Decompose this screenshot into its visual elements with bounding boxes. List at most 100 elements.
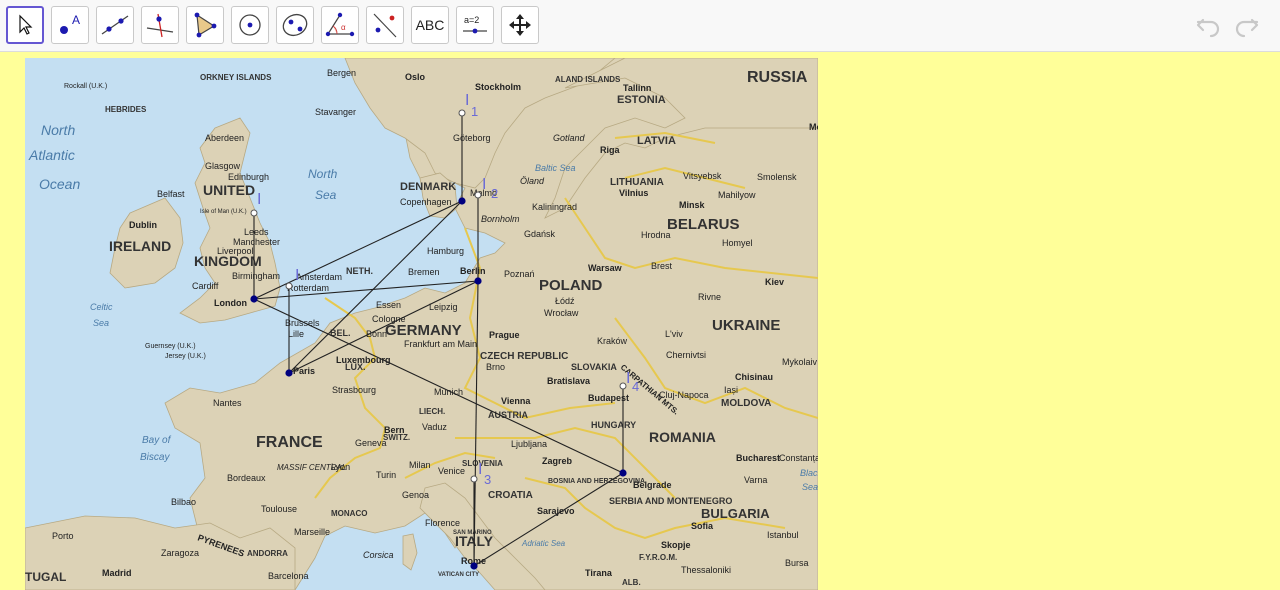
city-label: Rivne [698,292,721,302]
reflect-icon [373,13,397,38]
city-label: Leipzig [429,302,458,312]
city-label: Kaliningrad [532,202,577,212]
sea-label: Ocean [39,176,80,192]
graphics-view[interactable]: RUSSIA UNITED KINGDOM IRELAND DENMARK NE… [0,53,1280,590]
country-label: ROMANIA [649,429,716,445]
point[interactable] [470,562,478,570]
city-label: Vienna [501,396,531,406]
sea-label: Sea [802,482,818,492]
city-label: Bornholm [481,214,520,224]
point-icon: A [60,13,80,34]
country-label: ALAND ISLANDS [555,75,621,84]
point-label: I [478,461,482,478]
country-label: FRANCE [256,434,323,451]
city-label: Florence [425,518,460,528]
country-label: UKRAINE [712,317,780,334]
city-label: Gotland [553,133,586,143]
city-label: Mykolaiv [782,357,818,367]
country-label: POLAND [539,277,603,294]
city-label: Zaragoza [161,548,199,558]
city-label: Bergen [327,68,356,78]
city-label: Stavanger [315,107,356,117]
redo-button[interactable] [1232,12,1260,40]
city-label: Sofia [691,521,714,531]
city-label: Prague [489,330,520,340]
city-label: Brussels [285,318,320,328]
line-tool-button[interactable] [96,6,134,44]
move-tool-button[interactable] [6,6,44,44]
city-label: Bordeaux [227,473,266,483]
slider-tool-button[interactable]: a=2 [456,6,494,44]
reflect-tool-button[interactable] [366,6,404,44]
polygon-tool-button[interactable] [186,6,224,44]
city-label: Nantes [213,398,242,408]
city-label: Jersey (U.K.) [165,353,206,360]
city-label: Constanța [779,453,818,463]
perpendicular-line-icon [146,13,174,38]
point-label-subscript: 3 [484,472,491,487]
point[interactable] [474,191,482,199]
point[interactable] [474,277,482,285]
ellipse-tool-button[interactable] [276,6,314,44]
city-label: Chisinau [735,372,773,382]
country-label: MONACO [331,509,367,518]
city-label: Vilnius [619,188,648,198]
country-label: CROATIA [488,490,533,501]
undo-button[interactable] [1195,12,1223,40]
city-label: Göteborg [453,133,491,143]
point[interactable] [619,469,627,477]
text-tool-button[interactable]: ABC [411,6,449,44]
city-label: London [214,298,247,308]
city-label: Bern [384,425,405,435]
city-label: Toulouse [261,504,297,514]
city-label: Bursa [785,558,809,568]
country-label: SAN MARINO [453,530,492,536]
city-label: Geneva [355,438,387,448]
city-label: Chernivtsi [666,350,706,360]
city-label: L'viv [665,329,683,339]
country-label: HEBRIDES [105,105,147,114]
svg-text:α: α [341,23,346,32]
city-label: Marseille [294,527,330,537]
point[interactable] [250,209,258,217]
city-label: Minsk [679,200,706,210]
city-label: Warsaw [588,263,623,273]
city-label: Paris [293,366,315,376]
city-label: Iași [724,385,738,395]
point[interactable] [458,197,466,205]
country-label: MOLDOVA [721,398,771,409]
point-label: I [295,267,299,284]
ellipse-icon [282,13,308,37]
country-label: SLOVAKIA [571,362,617,372]
city-label: Tallinn [623,83,651,93]
perpendicular-tool-button[interactable] [141,6,179,44]
city-label: Milan [409,460,431,470]
toolbar: A α ABC a=2 [0,0,1280,52]
circle-tool-button[interactable] [231,6,269,44]
point[interactable] [285,369,293,377]
country-label: UNITED [203,182,255,198]
angle-tool-button[interactable]: α [321,6,359,44]
sea-label: Biscay [140,452,170,463]
city-label: Rotterdam [287,283,329,293]
city-label: Riga [600,145,620,155]
country-label: SERBIA AND MONTENEGRO [609,496,732,506]
point[interactable] [250,295,258,303]
move-graphics-tool-button[interactable] [501,6,539,44]
city-label: Poznań [504,269,535,279]
slider-icon: a=2 [463,15,487,34]
point-tool-button[interactable]: A [51,6,89,44]
country-label: ANDORRA [247,549,288,558]
city-label: Essen [376,300,401,310]
country-label: LITHUANIA [610,177,664,188]
point[interactable] [285,282,293,290]
point[interactable] [470,475,478,483]
country-label: VATICAN CITY [438,572,479,578]
country-label: BELARUS [667,216,740,233]
city-label: Tirana [585,568,613,578]
move-arrows-icon [509,14,531,36]
country-label: F.Y.R.O.M. [639,553,677,562]
city-label: Vaduz [422,422,447,432]
city-label: Cardiff [192,281,219,291]
point[interactable] [458,109,466,117]
